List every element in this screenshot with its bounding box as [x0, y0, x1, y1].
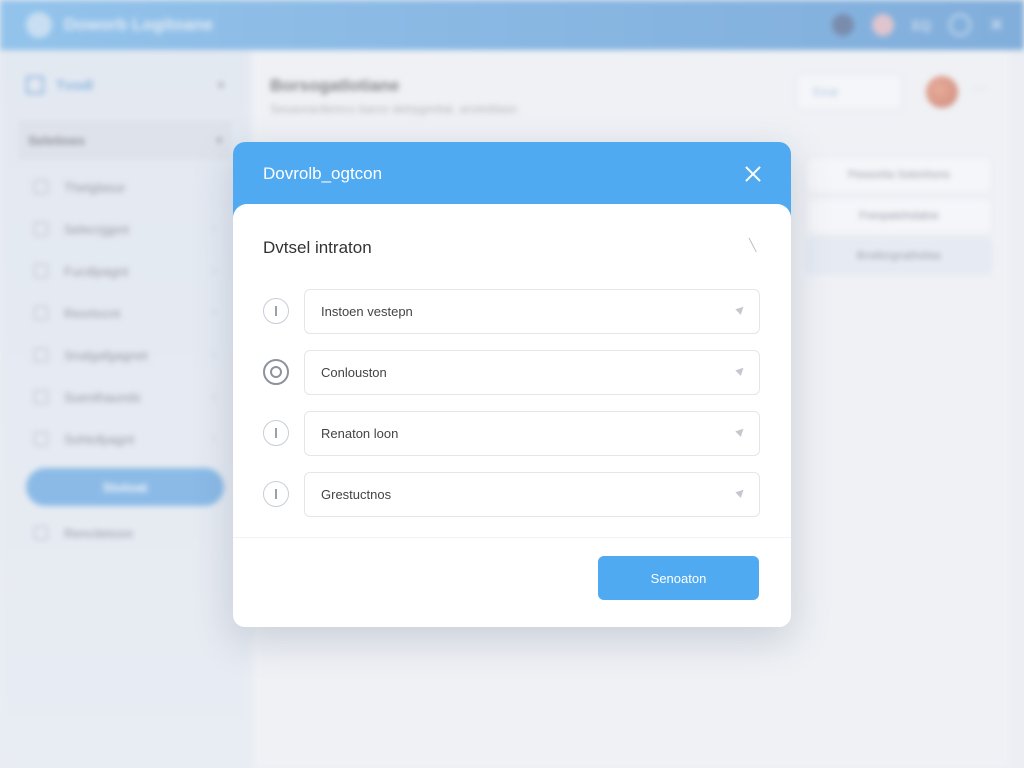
radio-button[interactable]	[263, 298, 289, 324]
option-field[interactable]: Grestuctnos ▶	[304, 472, 760, 517]
section-title: Dvtsel intraton	[263, 238, 372, 257]
option-field[interactable]: Renaton loon ▶	[304, 411, 760, 456]
chevron-right-icon: ▶	[734, 302, 748, 317]
indeterminate-mark	[275, 428, 277, 438]
radio-dot	[270, 366, 282, 378]
radio-button[interactable]	[263, 420, 289, 446]
option-row[interactable]: Instoen vestepn ▶	[263, 289, 760, 335]
chevron-right-icon: ▶	[734, 424, 748, 439]
chevron-right-icon: ▶	[734, 485, 748, 500]
modal-dialog: Dovrolb_ogtcon Dvtsel intraton ╲ Instoen…	[233, 142, 791, 627]
option-row[interactable]: Conlouston ▶	[263, 350, 760, 396]
indeterminate-mark	[275, 306, 277, 316]
dialog-body: Dvtsel intraton ╲ Instoen vestepn ▶ Conl…	[233, 204, 791, 627]
primary-button[interactable]: Senoaton	[598, 556, 759, 600]
collapse-icon[interactable]: ╲	[749, 239, 759, 251]
radio-button[interactable]	[263, 481, 289, 507]
option-label: Renaton loon	[321, 426, 399, 441]
option-field[interactable]: Instoen vestepn ▶	[304, 289, 760, 334]
option-row[interactable]: Grestuctnos ▶	[263, 472, 760, 518]
option-row[interactable]: Renaton loon ▶	[263, 411, 760, 457]
divider	[233, 537, 791, 538]
indeterminate-mark	[275, 489, 277, 499]
close-icon[interactable]	[741, 162, 765, 186]
option-label: Instoen vestepn	[321, 304, 413, 319]
option-label: Conlouston	[321, 365, 387, 380]
option-label: Grestuctnos	[321, 487, 392, 502]
chevron-right-icon: ▶	[734, 363, 748, 378]
dialog-title: Dovrolb_ogtcon	[263, 164, 383, 183]
radio-button-selected[interactable]	[263, 359, 289, 385]
option-field[interactable]: Conlouston ▶	[304, 350, 760, 395]
